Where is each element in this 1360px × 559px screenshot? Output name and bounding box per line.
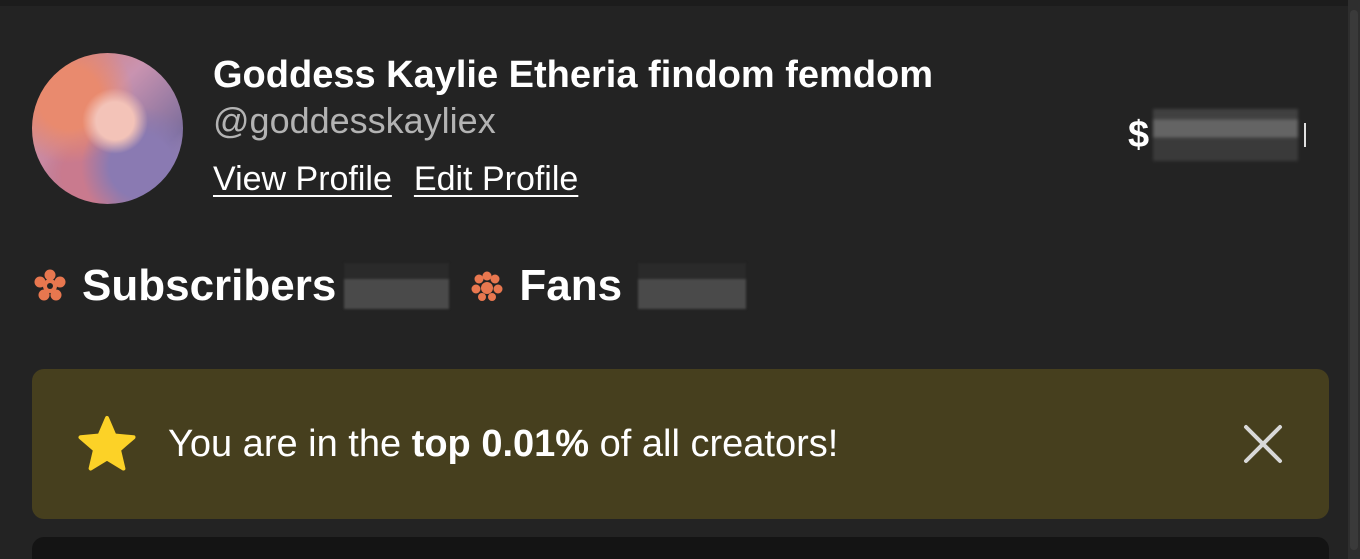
fans-label: Fans — [519, 261, 623, 310]
balance: $ — [1128, 108, 1307, 162]
scrollbar[interactable] — [1348, 0, 1360, 559]
stats-row: Subscribers Fans — [32, 260, 766, 312]
username: @goddesskayliex — [213, 100, 496, 141]
display-name: Goddess Kaylie Etheria findom femdom — [213, 54, 934, 96]
view-profile-link[interactable]: View Profile — [213, 158, 392, 200]
subscribers-icon — [34, 269, 66, 301]
avatar[interactable] — [32, 53, 183, 204]
balance-divider — [1304, 123, 1307, 147]
scrollbar-thumb[interactable] — [1350, 10, 1358, 550]
next-card — [32, 537, 1329, 559]
close-icon[interactable] — [1241, 422, 1285, 466]
subscribers-label: Subscribers — [82, 261, 337, 310]
balance-amount-redacted — [1153, 109, 1299, 161]
edit-profile-link[interactable]: Edit Profile — [414, 158, 578, 200]
subscribers-count-redacted — [344, 263, 450, 309]
fans-icon — [471, 271, 503, 301]
achievement-banner: You are in the top 0.01% of all creators… — [32, 369, 1329, 519]
fans-count-redacted — [638, 263, 747, 309]
top-edge — [0, 0, 1360, 6]
profile-links: View Profile Edit Profile — [213, 158, 578, 200]
star-icon — [78, 416, 136, 471]
banner-text-before: You are in the — [168, 423, 412, 465]
page: Goddess Kaylie Etheria findom femdom @go… — [0, 0, 1360, 559]
banner-text-after: of all creators! — [589, 423, 839, 465]
banner-text-bold: top 0.01% — [411, 423, 590, 465]
banner-message: You are in the top 0.01% of all creators… — [168, 421, 838, 467]
balance-currency-symbol: $ — [1128, 114, 1150, 156]
